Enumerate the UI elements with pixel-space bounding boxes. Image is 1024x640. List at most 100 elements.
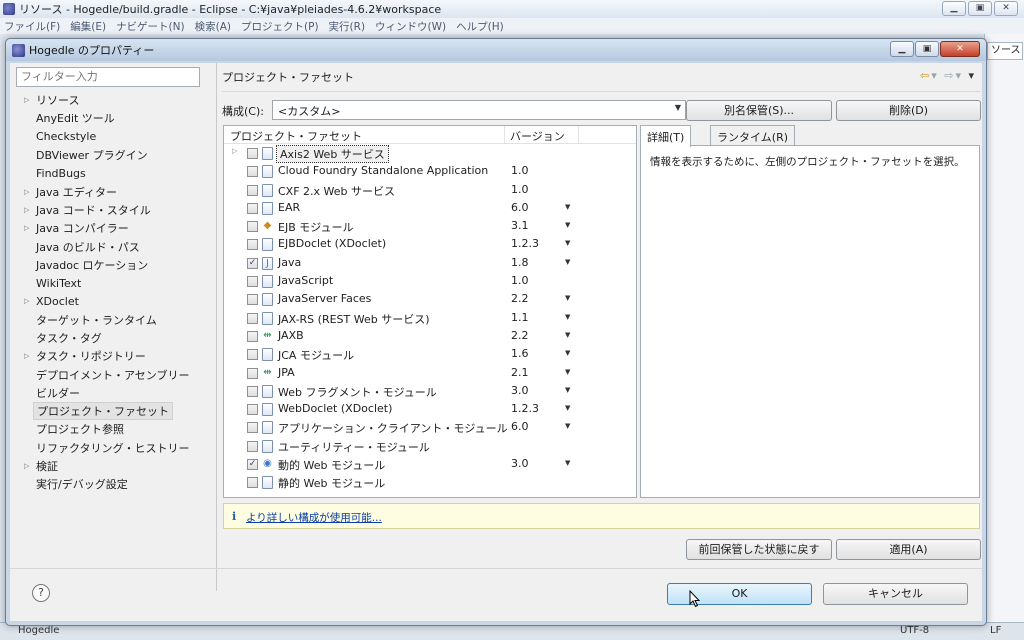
chevron-down-icon[interactable]: ▼: [565, 258, 570, 266]
menu-item[interactable]: 編集(E): [70, 19, 106, 34]
tree-item[interactable]: ビルダー: [16, 384, 212, 402]
facet-version[interactable]: 3.1: [511, 219, 529, 232]
tree-item[interactable]: プロジェクト・ファセット: [16, 402, 212, 421]
table-row[interactable]: ユーティリティー・モジュール: [224, 437, 636, 455]
sash-divider[interactable]: [216, 63, 217, 591]
facet-checkbox[interactable]: [247, 166, 258, 178]
facet-version[interactable]: 1.2.3: [511, 402, 539, 415]
facet-version[interactable]: 1.8: [511, 256, 529, 269]
facet-checkbox[interactable]: [247, 294, 258, 306]
tab-details[interactable]: 詳細(T): [640, 125, 692, 147]
save-as-button[interactable]: 別名保管(S)...: [686, 100, 832, 121]
close-button[interactable]: ✕: [994, 1, 1018, 16]
facet-version[interactable]: 3.0: [511, 457, 529, 470]
delete-button[interactable]: 削除(D): [836, 100, 981, 121]
facet-checkbox[interactable]: [247, 440, 258, 452]
expand-arrow-icon[interactable]: ▷: [16, 462, 29, 470]
table-row[interactable]: ◆ EJB モジュール 3.1 ▼: [224, 217, 636, 235]
chevron-down-icon[interactable]: ▼: [565, 422, 570, 430]
chevron-down-icon[interactable]: ▼: [565, 313, 570, 321]
tree-item[interactable]: DBViewer プラグイン: [16, 146, 212, 164]
table-row[interactable]: ⇹ JPA 2.1 ▼: [224, 364, 636, 382]
minimize-button[interactable]: ▁: [942, 1, 966, 16]
chevron-down-icon[interactable]: ▼: [565, 386, 570, 394]
facet-version[interactable]: 1.1: [511, 311, 529, 324]
tree-item[interactable]: ▷ リソース: [16, 91, 212, 109]
tree-item[interactable]: ▷ XDoclet: [16, 292, 212, 310]
facet-version[interactable]: 2.1: [511, 366, 529, 379]
chevron-down-icon[interactable]: ▼: [565, 294, 570, 302]
tree-item[interactable]: ▷ Java エディター: [16, 182, 212, 200]
chevron-down-icon[interactable]: ▼: [565, 221, 570, 229]
menu-item[interactable]: ウィンドウ(W): [375, 19, 446, 34]
expand-arrow-icon[interactable]: ▷: [16, 206, 29, 214]
menu-item[interactable]: プロジェクト(P): [241, 19, 319, 34]
expand-arrow-icon[interactable]: ▷: [16, 188, 29, 196]
dialog-maximize-button[interactable]: ▣: [915, 41, 939, 57]
dialog-close-button[interactable]: ✕: [940, 41, 980, 57]
chevron-down-icon[interactable]: ▼: [565, 459, 570, 467]
view-menu-icon[interactable]: ▾: [968, 69, 976, 82]
tab-runtime[interactable]: ランタイム(R): [710, 125, 796, 145]
chevron-down-icon[interactable]: ▼: [565, 239, 570, 247]
facet-checkbox[interactable]: [247, 276, 258, 288]
table-row[interactable]: CXF 2.x Web サービス 1.0: [224, 181, 636, 199]
tree-item[interactable]: ▷ タスク・リポジトリー: [16, 347, 212, 365]
back-arrow-icon[interactable]: ⇦: [920, 69, 931, 82]
tree-item[interactable]: リファクタリング・ヒストリー: [16, 439, 212, 457]
expand-arrow-icon[interactable]: ▷: [16, 96, 29, 104]
table-row[interactable]: JavaScript 1.0: [224, 272, 636, 290]
facet-checkbox[interactable]: [247, 404, 258, 416]
menu-item[interactable]: ナビゲート(N): [116, 19, 185, 34]
tree-item[interactable]: ▷ Java コード・スタイル: [16, 201, 212, 219]
table-row[interactable]: Web フラグメント・モジュール 3.0 ▼: [224, 382, 636, 400]
table-row[interactable]: JAX-RS (REST Web サービス) 1.1 ▼: [224, 309, 636, 327]
dialog-title-bar[interactable]: Hogedle のプロパティー ▁ ▣ ✕: [6, 39, 986, 61]
tree-item[interactable]: ▷ Java コンパイラー: [16, 219, 212, 237]
facet-checkbox[interactable]: [247, 148, 258, 159]
table-row[interactable]: EJBDoclet (XDoclet) 1.2.3 ▼: [224, 235, 636, 253]
menu-item[interactable]: ヘルプ(H): [456, 19, 504, 34]
table-row[interactable]: ⇹ JAXB 2.2 ▼: [224, 327, 636, 345]
cancel-button[interactable]: キャンセル: [823, 583, 968, 605]
filter-input[interactable]: [16, 67, 200, 87]
table-row[interactable]: EAR 6.0 ▼: [224, 199, 636, 217]
facet-checkbox[interactable]: [247, 184, 258, 196]
tree-item[interactable]: タスク・タグ: [16, 329, 212, 347]
table-row[interactable]: WebDoclet (XDoclet) 1.2.3 ▼: [224, 400, 636, 418]
apply-button[interactable]: 適用(A): [836, 539, 981, 560]
table-row[interactable]: 静的 Web モジュール: [224, 473, 636, 491]
maximize-button[interactable]: ▣: [968, 1, 992, 16]
tree-item[interactable]: Checkstyle: [16, 128, 212, 146]
tree-item[interactable]: プロジェクト参照: [16, 420, 212, 438]
menu-item[interactable]: 検索(A): [195, 19, 231, 34]
facet-version[interactable]: 2.2: [511, 292, 529, 305]
facet-version[interactable]: 6.0: [511, 420, 529, 433]
chevron-down-icon[interactable]: ▼: [565, 331, 570, 339]
facet-checkbox[interactable]: [247, 349, 258, 361]
tree-item[interactable]: 実行/デバッグ設定: [16, 475, 212, 493]
facet-checkbox[interactable]: [247, 422, 258, 434]
tree-item[interactable]: WikiText: [16, 274, 212, 292]
chevron-down-icon[interactable]: ▼: [565, 203, 570, 211]
facet-version[interactable]: 3.0: [511, 384, 529, 397]
tree-item[interactable]: Javadoc ロケーション: [16, 256, 212, 274]
restore-defaults-button[interactable]: 前回保管した状態に戻す: [686, 539, 832, 560]
facet-checkbox[interactable]: [247, 202, 258, 214]
facet-checkbox[interactable]: [247, 367, 258, 379]
facet-version[interactable]: 1.6: [511, 347, 529, 360]
menu-item[interactable]: 実行(R): [329, 19, 366, 34]
table-row[interactable]: ▷ Axis2 Web サービス: [224, 144, 636, 163]
expand-arrow-icon[interactable]: ▷: [16, 352, 29, 360]
table-row[interactable]: アプリケーション・クライアント・モジュール 6.0 ▼: [224, 418, 636, 436]
facet-checkbox[interactable]: [247, 330, 258, 342]
facet-checkbox[interactable]: [247, 477, 258, 489]
back-menu-icon[interactable]: ▾: [931, 69, 939, 82]
facet-checkbox[interactable]: [247, 239, 258, 251]
forward-arrow-icon[interactable]: ⇨: [944, 69, 955, 82]
help-icon[interactable]: ?: [32, 584, 50, 602]
table-row[interactable]: Cloud Foundry Standalone Application 1.0: [224, 162, 636, 180]
facet-version[interactable]: 6.0: [511, 201, 529, 214]
version-column-header[interactable]: バージョン: [510, 128, 565, 144]
tree-item[interactable]: デプロイメント・アセンブリー: [16, 365, 212, 383]
